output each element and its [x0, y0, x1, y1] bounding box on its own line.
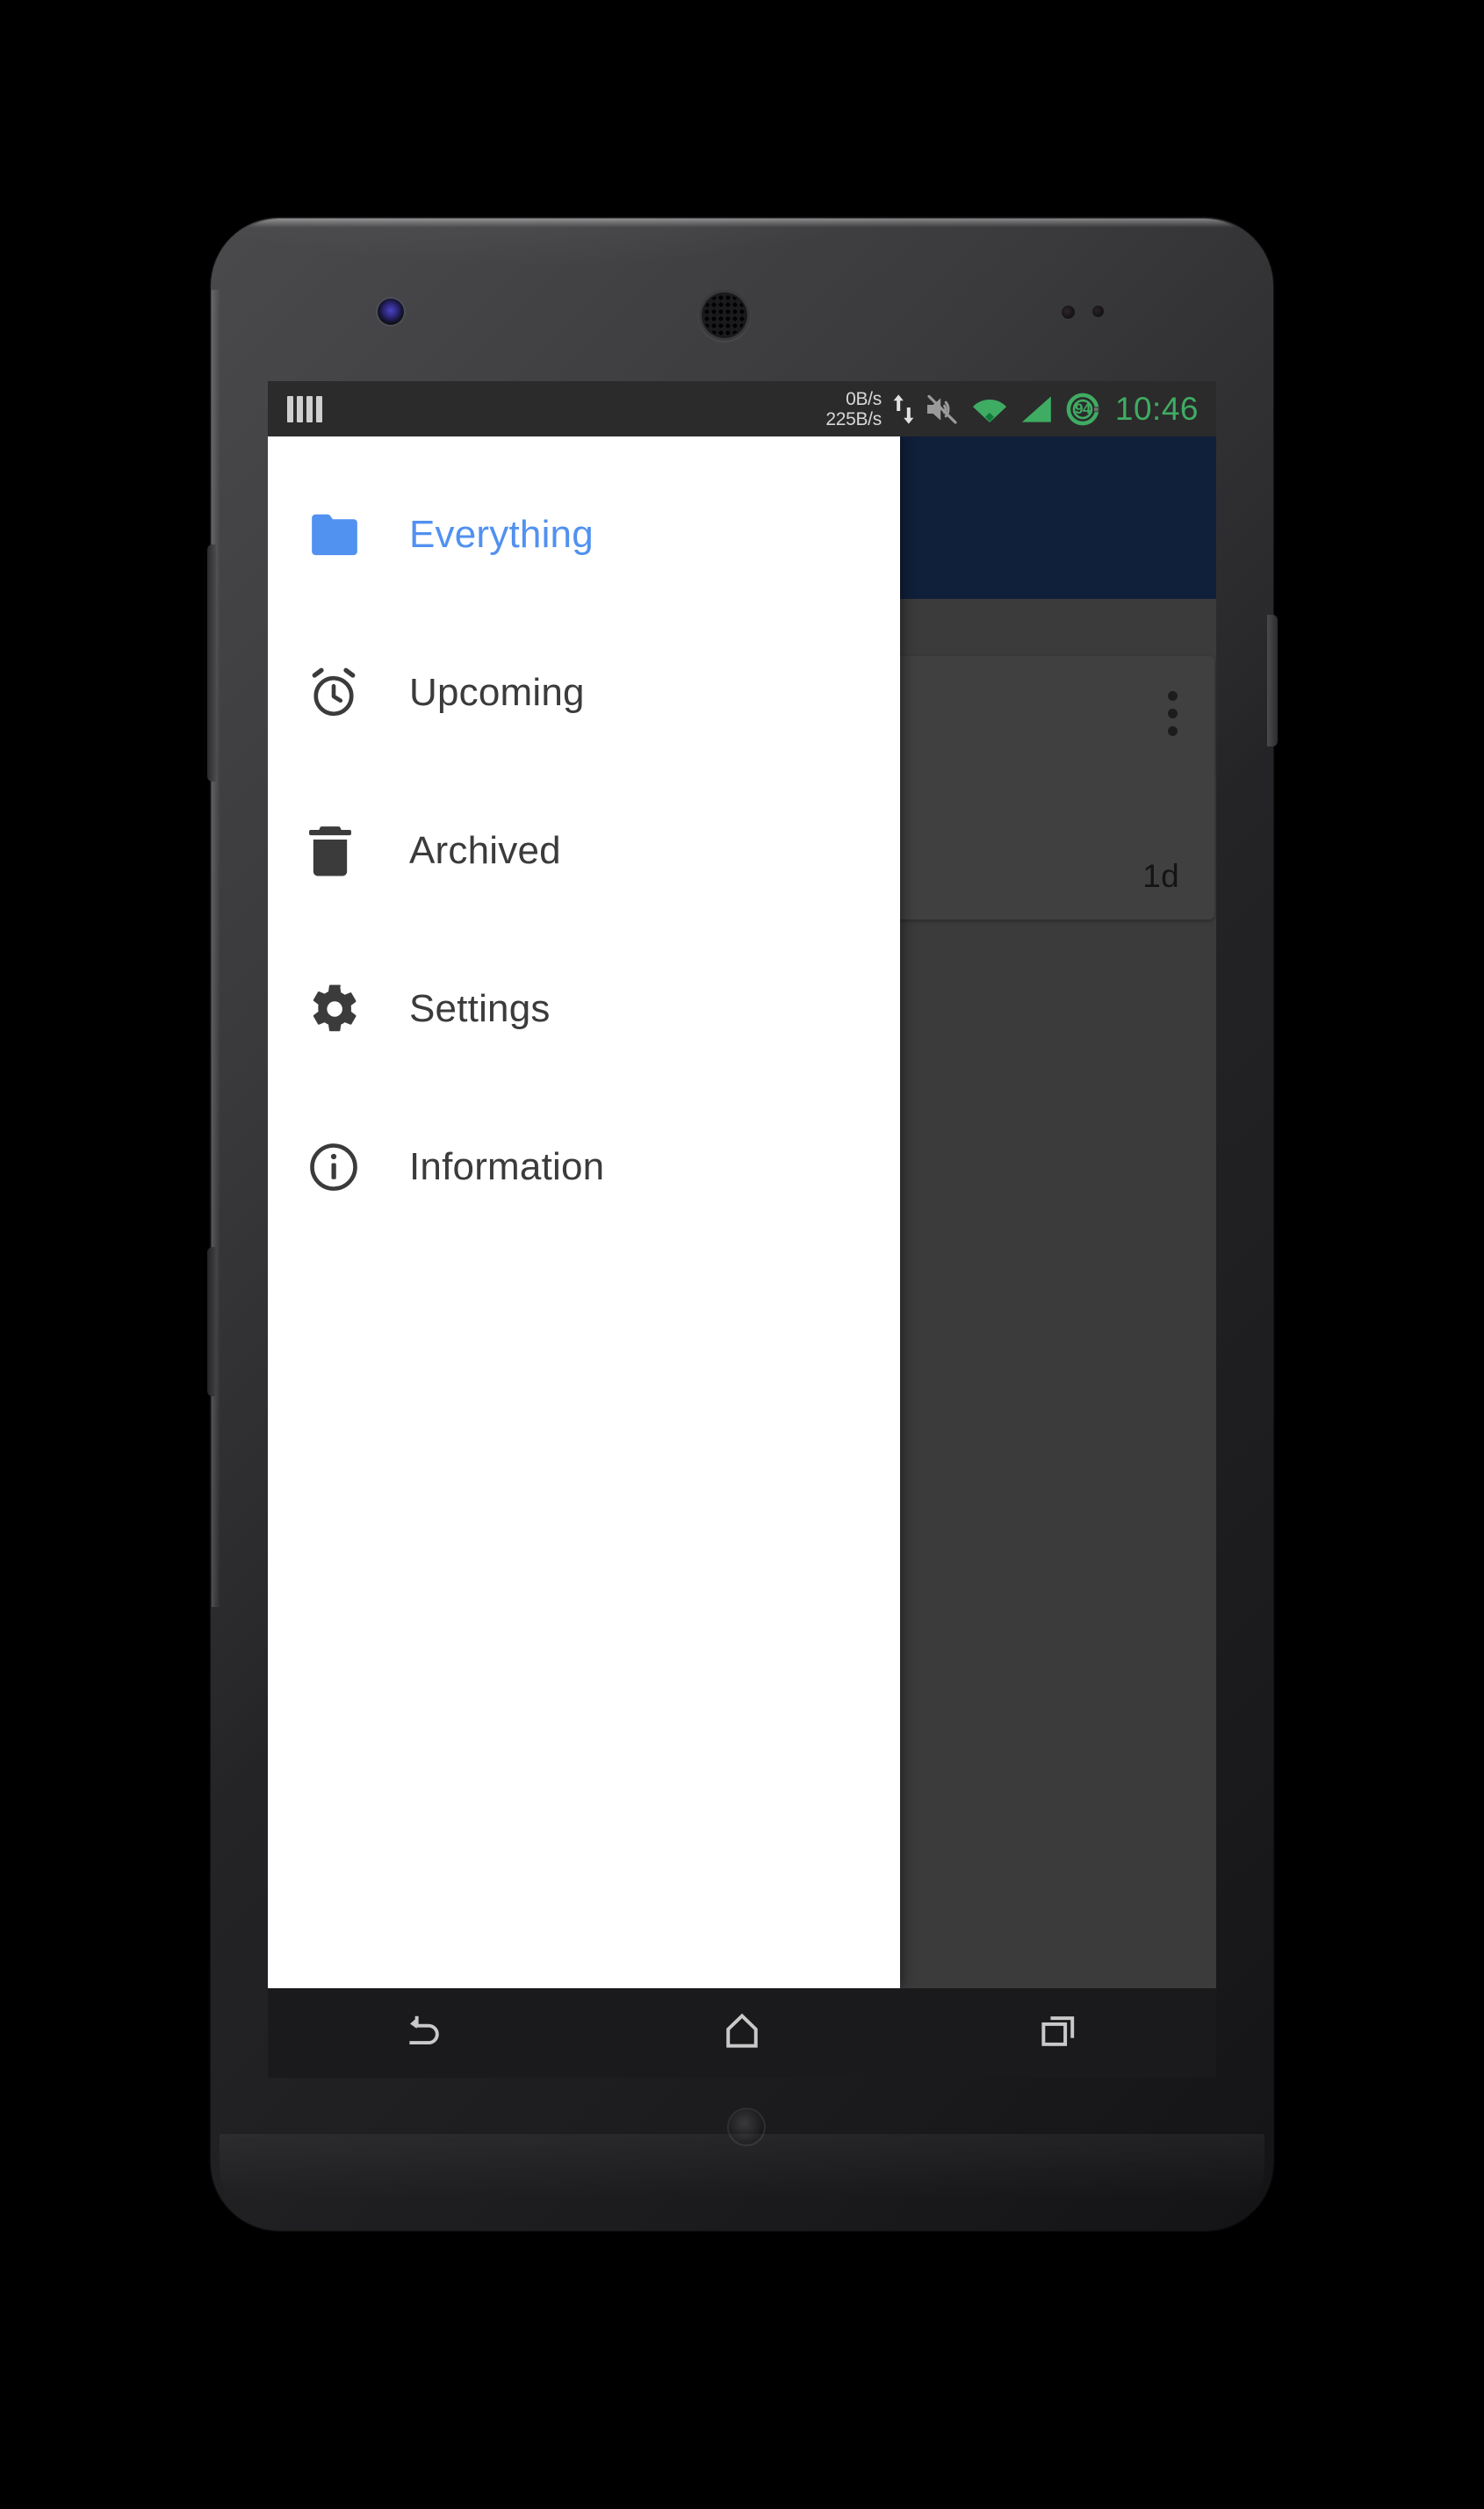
signal-bars-icon	[287, 395, 322, 422]
drawer-item-label: Everything	[409, 513, 594, 556]
home-icon	[718, 2008, 766, 2059]
drawer-item-settings[interactable]: Settings	[268, 930, 900, 1088]
battery-icon: 94	[1064, 391, 1101, 428]
gear-icon	[307, 983, 392, 1035]
drawer-item-label: Settings	[409, 987, 551, 1030]
status-bar-clock: 10:46	[1114, 390, 1199, 427]
earpiece-speaker	[699, 290, 750, 341]
power-button[interactable]	[1267, 615, 1278, 746]
phone-screen: 1d Everything Upcoming Archived Settings…	[268, 381, 1216, 1988]
data-transfer-icon	[892, 393, 915, 426]
wifi-icon	[971, 394, 1008, 424]
navigation-drawer: Everything Upcoming Archived Settings In…	[268, 436, 900, 1988]
back-arrow-icon	[402, 2008, 450, 2059]
trash-icon	[307, 824, 392, 878]
drawer-item-list: Everything Upcoming Archived Settings In…	[268, 436, 900, 1246]
info-icon	[307, 1141, 392, 1193]
drawer-item-label: Upcoming	[409, 671, 585, 714]
drawer-item-label: Information	[409, 1145, 605, 1188]
proximity-sensor	[1062, 306, 1075, 319]
system-navigation-bar	[268, 1988, 1216, 2078]
drawer-item-everything[interactable]: Everything	[268, 456, 900, 614]
status-bar: 0B/s 225B/s 94 10:46	[268, 381, 1216, 436]
network-speed-up: 0B/s	[846, 388, 882, 409]
folder-icon	[307, 512, 392, 558]
status-bar-left	[287, 395, 322, 422]
volume-button[interactable]	[207, 544, 216, 782]
status-bar-right: 0B/s 225B/s 94 10:46	[825, 389, 1199, 429]
cellular-signal-icon	[1019, 394, 1054, 424]
drawer-item-archived[interactable]: Archived	[268, 772, 900, 930]
alarm-clock-icon	[307, 667, 392, 719]
battery-percent-label: 94	[1074, 400, 1091, 417]
front-camera	[378, 299, 404, 325]
home-hardware-mic	[727, 2108, 766, 2146]
network-speed-indicator: 0B/s 225B/s	[825, 389, 882, 429]
home-button[interactable]	[654, 1988, 830, 2078]
ambient-light-sensor	[1092, 306, 1104, 317]
network-speed-down: 225B/s	[825, 408, 882, 429]
recents-icon	[1034, 2008, 1082, 2059]
volume-button-lower[interactable]	[207, 1247, 216, 1396]
drawer-item-label: Archived	[409, 829, 561, 872]
volume-mute-icon	[926, 394, 961, 424]
screenshot-root: 1d Everything Upcoming Archived Settings…	[0, 0, 1484, 2509]
back-button[interactable]	[338, 1988, 514, 2078]
drawer-item-upcoming[interactable]: Upcoming	[268, 614, 900, 772]
recents-button[interactable]	[970, 1988, 1146, 2078]
drawer-item-information[interactable]: Information	[268, 1088, 900, 1246]
